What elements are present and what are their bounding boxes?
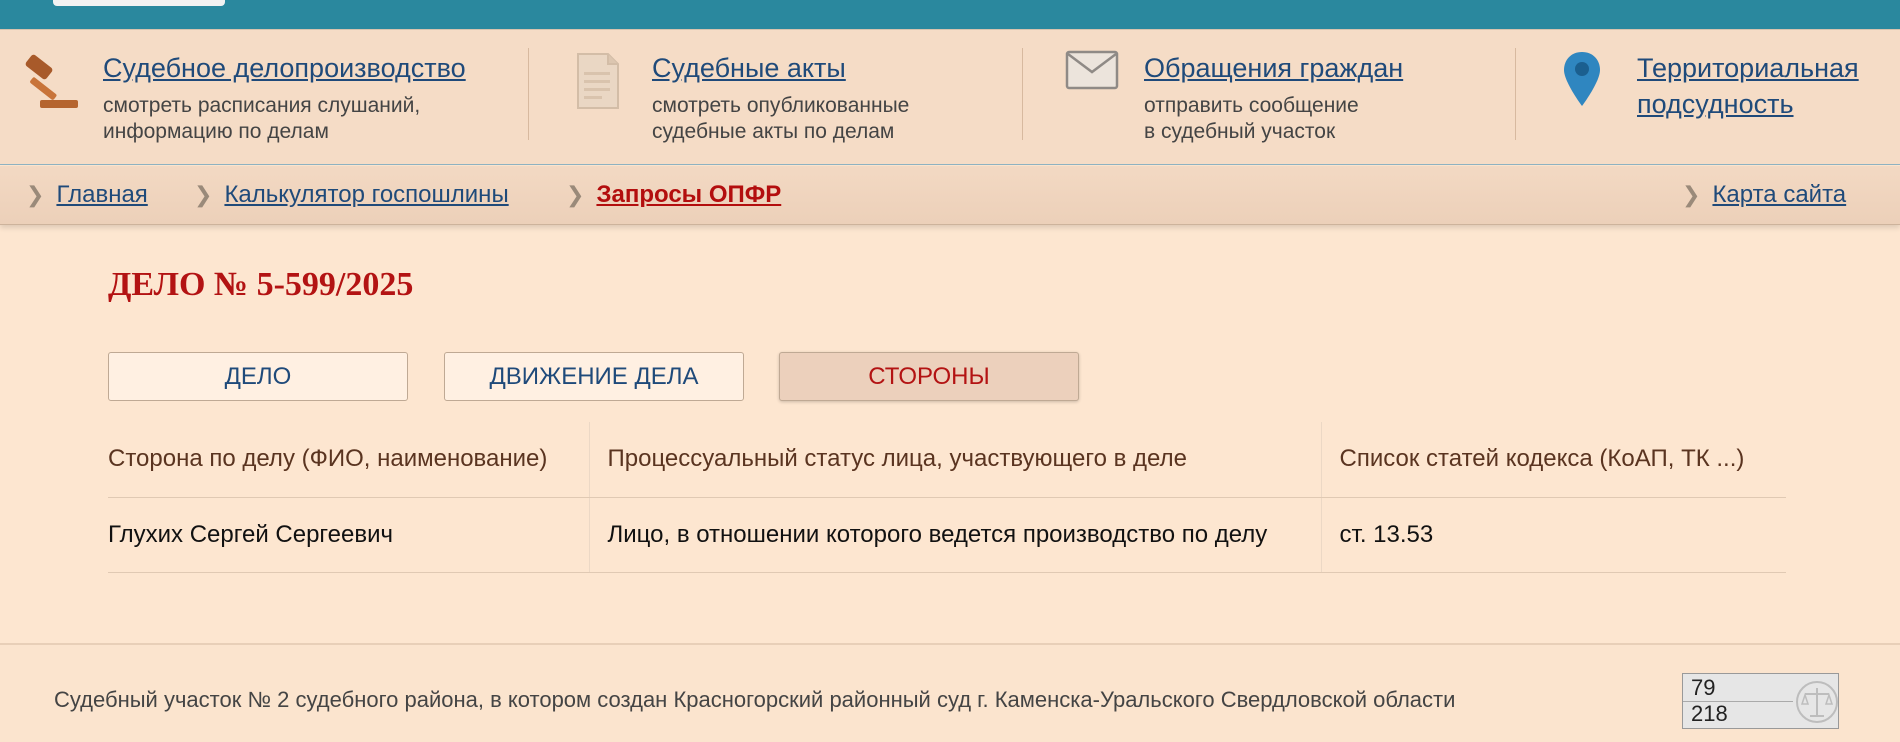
service-desc-line: судебные акты по делам bbox=[652, 120, 895, 143]
column-header-status: Процессуальный статус лица, участвующего… bbox=[588, 422, 1321, 498]
cell-party-name: Глухих Сергей Сергеевич bbox=[108, 497, 589, 573]
service-desc-line: смотреть расписания слушаний, bbox=[103, 94, 421, 117]
sitemap-link[interactable]: Карта сайта bbox=[1712, 181, 1846, 208]
service-desc-line: информацию по делам bbox=[103, 120, 329, 143]
chevron-right-icon: ❯ bbox=[1682, 182, 1701, 207]
service-title[interactable]: Территориальная подсудность bbox=[1637, 50, 1859, 122]
column-header-party: Сторона по делу (ФИО, наименование) bbox=[108, 422, 589, 498]
service-title-line: Территориальная bbox=[1637, 53, 1859, 83]
breadcrumb: ❯ Главная ❯ Калькулятор госпошлины ❯ Запрос… bbox=[0, 166, 1900, 225]
footer: Судебный участок № 2 судебного района, в… bbox=[0, 645, 1900, 742]
chevron-right-icon: ❯ bbox=[26, 182, 45, 207]
breadcrumb-item-home[interactable]: ❯ Главная bbox=[26, 180, 148, 210]
gavel-icon bbox=[20, 52, 82, 119]
service-title[interactable]: Судебные акты bbox=[652, 50, 846, 86]
scales-icon bbox=[1795, 678, 1838, 728]
service-citizen-appeals[interactable]: Обращения граждан отправить сообщение в … bbox=[1023, 30, 1515, 166]
breadcrumb-link[interactable]: Главная bbox=[56, 181, 147, 208]
cell-party-status: Лицо, в отношении которого ведется произ… bbox=[588, 497, 1321, 573]
footer-court-info: Судебный участок № 2 судебного района, в… bbox=[54, 687, 1456, 712]
table-row: Глухих Сергей Сергеевич Лицо, в отношени… bbox=[108, 497, 1786, 573]
counter-today: 79 bbox=[1691, 675, 1716, 700]
envelope-icon bbox=[1065, 50, 1119, 95]
service-title[interactable]: Обращения граждан bbox=[1144, 50, 1403, 86]
document-icon bbox=[574, 52, 622, 115]
service-description: смотреть расписания слушаний, информацию… bbox=[103, 93, 420, 145]
service-title[interactable]: Судебное делопроизводство bbox=[103, 50, 466, 86]
service-court-acts[interactable]: Судебные акты смотреть опубликованные су… bbox=[529, 30, 1022, 166]
service-court-proceedings[interactable]: Судебное делопроизводство смотреть распи… bbox=[0, 30, 528, 166]
sitemap-link-item[interactable]: ❯ Карта сайта bbox=[1682, 180, 1846, 210]
chevron-right-icon: ❯ bbox=[566, 182, 585, 207]
map-pin-icon bbox=[1562, 50, 1602, 113]
parties-table: Сторона по делу (ФИО, наименование) Проц… bbox=[108, 422, 1786, 573]
service-desc-line: в судебный участок bbox=[1144, 120, 1336, 143]
page-title: ДЕЛО № 5-599/2025 bbox=[108, 266, 414, 303]
breadcrumb-link-active[interactable]: Запросы ОПФР bbox=[596, 181, 781, 208]
counter-total: 218 bbox=[1691, 701, 1728, 726]
top-strip bbox=[0, 0, 1900, 29]
services-band: Судебное делопроизводство смотреть распи… bbox=[0, 29, 1900, 165]
cell-articles: ст. 13.53 bbox=[1320, 497, 1786, 573]
tab-case-movement[interactable]: ДВИЖЕНИЕ ДЕЛА bbox=[444, 352, 744, 401]
service-title-line: подсудность bbox=[1637, 89, 1794, 119]
top-tab-stub[interactable] bbox=[53, 0, 225, 6]
column-header-articles: Список статей кодекса (КоАП, ТК ...) bbox=[1320, 422, 1786, 498]
tab-parties[interactable]: СТОРОНЫ bbox=[779, 352, 1079, 401]
breadcrumb-link[interactable]: Калькулятор госпошлины bbox=[224, 181, 508, 208]
service-territorial-jurisdiction[interactable]: Территориальная подсудность bbox=[1516, 30, 1900, 166]
breadcrumb-item-fee-calculator[interactable]: ❯ Калькулятор госпошлины bbox=[194, 180, 509, 210]
tab-case[interactable]: ДЕЛО bbox=[108, 352, 408, 401]
service-desc-line: смотреть опубликованные bbox=[652, 94, 910, 117]
breadcrumb-item-opfr-requests[interactable]: ❯ Запросы ОПФР bbox=[566, 180, 781, 210]
service-description: смотреть опубликованные судебные акты по… bbox=[652, 93, 909, 145]
table-header-row: Сторона по делу (ФИО, наименование) Проц… bbox=[108, 422, 1786, 498]
service-desc-line: отправить сообщение bbox=[1144, 94, 1359, 117]
visit-counter[interactable]: 79 218 bbox=[1682, 673, 1839, 729]
service-description: отправить сообщение в судебный участок bbox=[1144, 93, 1359, 145]
chevron-right-icon: ❯ bbox=[194, 182, 213, 207]
